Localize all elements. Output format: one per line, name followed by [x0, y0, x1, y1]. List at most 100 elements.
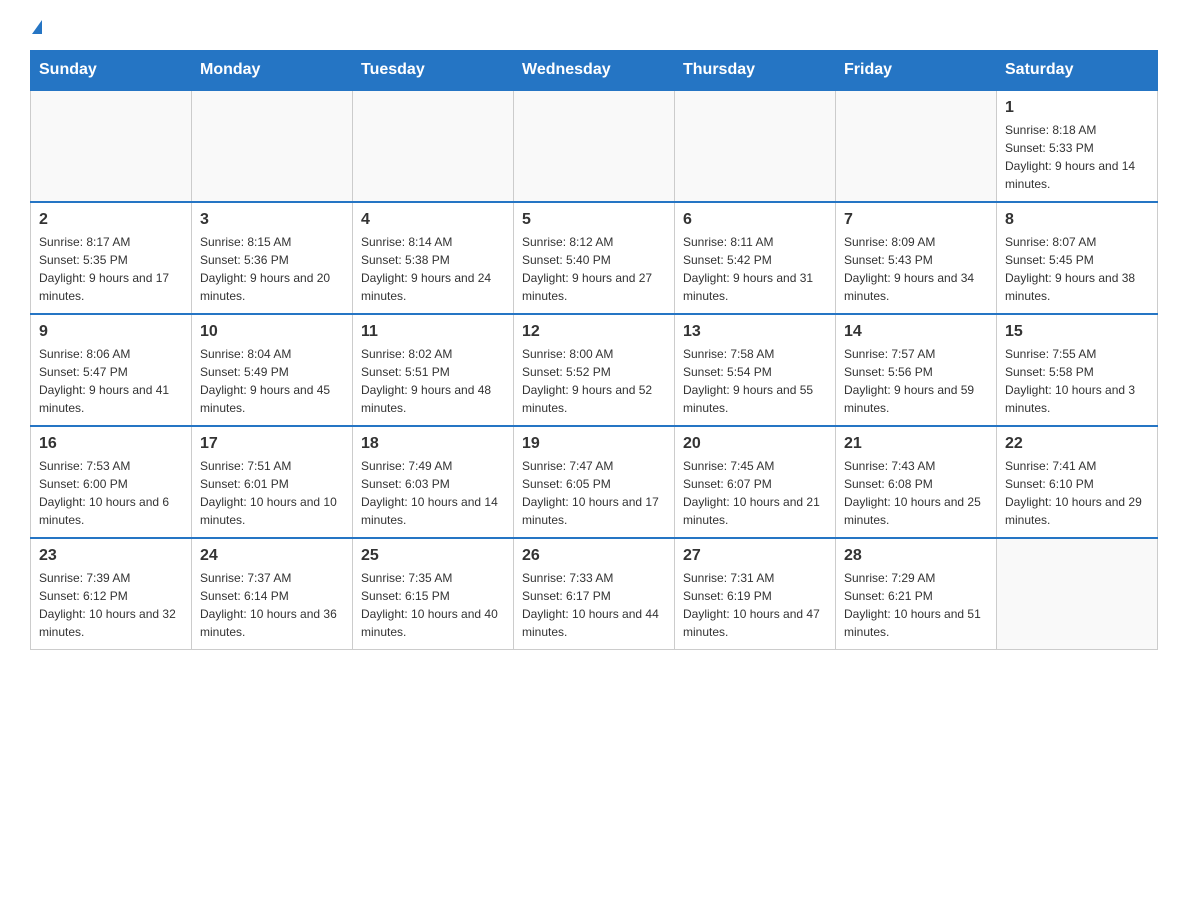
calendar-day-cell: [192, 90, 353, 202]
header-wednesday: Wednesday: [514, 51, 675, 91]
calendar-day-cell: 1 Sunrise: 8:18 AMSunset: 5:33 PMDaylight…: [997, 90, 1158, 202]
header-tuesday: Tuesday: [353, 51, 514, 91]
day-info: Sunrise: 7:45 AMSunset: 6:07 PMDaylight:…: [683, 457, 827, 529]
day-info: Sunrise: 8:11 AMSunset: 5:42 PMDaylight:…: [683, 233, 827, 305]
day-number: 17: [200, 435, 344, 453]
calendar-day-cell: 22 Sunrise: 7:41 AMSunset: 6:10 PMDayligh…: [997, 426, 1158, 538]
day-number: 8: [1005, 211, 1149, 229]
calendar-day-cell: 11 Sunrise: 8:02 AMSunset: 5:51 PMDayligh…: [353, 314, 514, 426]
calendar-day-cell: 24 Sunrise: 7:37 AMSunset: 6:14 PMDayligh…: [192, 538, 353, 650]
day-number: 23: [39, 547, 183, 565]
day-number: 2: [39, 211, 183, 229]
day-number: 3: [200, 211, 344, 229]
calendar-day-cell: 18 Sunrise: 7:49 AMSunset: 6:03 PMDayligh…: [353, 426, 514, 538]
day-info: Sunrise: 8:14 AMSunset: 5:38 PMDaylight:…: [361, 233, 505, 305]
day-info: Sunrise: 7:41 AMSunset: 6:10 PMDaylight:…: [1005, 457, 1149, 529]
calendar-day-cell: 26 Sunrise: 7:33 AMSunset: 6:17 PMDayligh…: [514, 538, 675, 650]
day-number: 22: [1005, 435, 1149, 453]
day-info: Sunrise: 8:12 AMSunset: 5:40 PMDaylight:…: [522, 233, 666, 305]
day-info: Sunrise: 7:51 AMSunset: 6:01 PMDaylight:…: [200, 457, 344, 529]
logo: [30, 20, 42, 34]
day-info: Sunrise: 7:55 AMSunset: 5:58 PMDaylight:…: [1005, 345, 1149, 417]
calendar-week-row: 2 Sunrise: 8:17 AMSunset: 5:35 PMDaylight…: [31, 202, 1158, 314]
day-number: 7: [844, 211, 988, 229]
day-number: 6: [683, 211, 827, 229]
day-number: 26: [522, 547, 666, 565]
calendar-day-cell: 3 Sunrise: 8:15 AMSunset: 5:36 PMDaylight…: [192, 202, 353, 314]
day-info: Sunrise: 7:35 AMSunset: 6:15 PMDaylight:…: [361, 569, 505, 641]
day-number: 5: [522, 211, 666, 229]
day-number: 4: [361, 211, 505, 229]
calendar-day-cell: 14 Sunrise: 7:57 AMSunset: 5:56 PMDayligh…: [836, 314, 997, 426]
calendar-day-cell: 9Sunrise: 8:06 AMSunset: 5:47 PMDaylight…: [31, 314, 192, 426]
calendar-day-cell: 12 Sunrise: 8:00 AMSunset: 5:52 PMDayligh…: [514, 314, 675, 426]
calendar-day-cell: [353, 90, 514, 202]
day-info: Sunrise: 7:49 AMSunset: 6:03 PMDaylight:…: [361, 457, 505, 529]
calendar-day-cell: 19Sunrise: 7:47 AMSunset: 6:05 PMDayligh…: [514, 426, 675, 538]
day-number: 27: [683, 547, 827, 565]
calendar-day-cell: 8 Sunrise: 8:07 AMSunset: 5:45 PMDaylight…: [997, 202, 1158, 314]
calendar-header-row: Sunday Monday Tuesday Wednesday Thursday…: [31, 51, 1158, 91]
day-number: 24: [200, 547, 344, 565]
calendar-day-cell: 16 Sunrise: 7:53 AMSunset: 6:00 PMDayligh…: [31, 426, 192, 538]
calendar-day-cell: 27 Sunrise: 7:31 AMSunset: 6:19 PMDayligh…: [675, 538, 836, 650]
calendar-day-cell: [675, 90, 836, 202]
day-number: 16: [39, 435, 183, 453]
day-number: 20: [683, 435, 827, 453]
day-number: 15: [1005, 323, 1149, 341]
day-number: 10: [200, 323, 344, 341]
calendar-week-row: 9Sunrise: 8:06 AMSunset: 5:47 PMDaylight…: [31, 314, 1158, 426]
day-info: Sunrise: 7:33 AMSunset: 6:17 PMDaylight:…: [522, 569, 666, 641]
day-number: 1: [1005, 99, 1149, 117]
calendar-day-cell: [997, 538, 1158, 650]
calendar-day-cell: 6 Sunrise: 8:11 AMSunset: 5:42 PMDaylight…: [675, 202, 836, 314]
header-monday: Monday: [192, 51, 353, 91]
day-number: 28: [844, 547, 988, 565]
day-info: Sunrise: 7:43 AMSunset: 6:08 PMDaylight:…: [844, 457, 988, 529]
calendar-day-cell: 10 Sunrise: 8:04 AMSunset: 5:49 PMDayligh…: [192, 314, 353, 426]
calendar-day-cell: [514, 90, 675, 202]
day-number: 21: [844, 435, 988, 453]
day-number: 18: [361, 435, 505, 453]
day-info: Sunrise: 7:29 AMSunset: 6:21 PMDaylight:…: [844, 569, 988, 641]
calendar-day-cell: 25 Sunrise: 7:35 AMSunset: 6:15 PMDayligh…: [353, 538, 514, 650]
day-number: 13: [683, 323, 827, 341]
calendar-week-row: 1 Sunrise: 8:18 AMSunset: 5:33 PMDaylight…: [31, 90, 1158, 202]
calendar-day-cell: 2 Sunrise: 8:17 AMSunset: 5:35 PMDaylight…: [31, 202, 192, 314]
page-header: [30, 20, 1158, 34]
calendar-day-cell: 4 Sunrise: 8:14 AMSunset: 5:38 PMDaylight…: [353, 202, 514, 314]
day-info: Sunrise: 7:37 AMSunset: 6:14 PMDaylight:…: [200, 569, 344, 641]
header-sunday: Sunday: [31, 51, 192, 91]
day-number: 14: [844, 323, 988, 341]
day-number: 12: [522, 323, 666, 341]
day-info: Sunrise: 7:31 AMSunset: 6:19 PMDaylight:…: [683, 569, 827, 641]
header-thursday: Thursday: [675, 51, 836, 91]
calendar-day-cell: 23 Sunrise: 7:39 AMSunset: 6:12 PMDayligh…: [31, 538, 192, 650]
day-number: 11: [361, 323, 505, 341]
day-info: Sunrise: 8:06 AMSunset: 5:47 PMDaylight:…: [39, 345, 183, 417]
day-info: Sunrise: 7:53 AMSunset: 6:00 PMDaylight:…: [39, 457, 183, 529]
calendar-table: Sunday Monday Tuesday Wednesday Thursday…: [30, 50, 1158, 650]
day-info: Sunrise: 7:47 AMSunset: 6:05 PMDaylight:…: [522, 457, 666, 529]
header-saturday: Saturday: [997, 51, 1158, 91]
header-friday: Friday: [836, 51, 997, 91]
calendar-week-row: 23 Sunrise: 7:39 AMSunset: 6:12 PMDayligh…: [31, 538, 1158, 650]
calendar-day-cell: 7 Sunrise: 8:09 AMSunset: 5:43 PMDaylight…: [836, 202, 997, 314]
day-info: Sunrise: 7:58 AMSunset: 5:54 PMDaylight:…: [683, 345, 827, 417]
day-info: Sunrise: 8:18 AMSunset: 5:33 PMDaylight:…: [1005, 121, 1149, 193]
day-info: Sunrise: 8:17 AMSunset: 5:35 PMDaylight:…: [39, 233, 183, 305]
day-info: Sunrise: 8:00 AMSunset: 5:52 PMDaylight:…: [522, 345, 666, 417]
day-info: Sunrise: 8:04 AMSunset: 5:49 PMDaylight:…: [200, 345, 344, 417]
day-info: Sunrise: 8:02 AMSunset: 5:51 PMDaylight:…: [361, 345, 505, 417]
day-info: Sunrise: 8:15 AMSunset: 5:36 PMDaylight:…: [200, 233, 344, 305]
day-info: Sunrise: 8:07 AMSunset: 5:45 PMDaylight:…: [1005, 233, 1149, 305]
day-number: 25: [361, 547, 505, 565]
day-info: Sunrise: 7:39 AMSunset: 6:12 PMDaylight:…: [39, 569, 183, 641]
calendar-day-cell: 5 Sunrise: 8:12 AMSunset: 5:40 PMDaylight…: [514, 202, 675, 314]
calendar-day-cell: 21 Sunrise: 7:43 AMSunset: 6:08 PMDayligh…: [836, 426, 997, 538]
calendar-day-cell: 17 Sunrise: 7:51 AMSunset: 6:01 PMDayligh…: [192, 426, 353, 538]
day-info: Sunrise: 7:57 AMSunset: 5:56 PMDaylight:…: [844, 345, 988, 417]
day-info: Sunrise: 8:09 AMSunset: 5:43 PMDaylight:…: [844, 233, 988, 305]
calendar-day-cell: [31, 90, 192, 202]
logo-triangle-icon: [32, 20, 42, 34]
